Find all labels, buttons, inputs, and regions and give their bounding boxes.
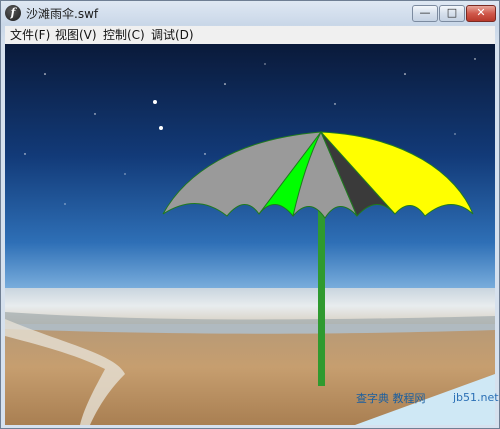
flash-stage (5, 44, 495, 425)
watermark-caption: 查字典 教程网 (356, 392, 426, 405)
watermark-site: jb51.net (453, 391, 499, 404)
menu-debug[interactable]: 调试(D) (151, 27, 194, 43)
menu-control[interactable]: 控制(C) (103, 27, 145, 43)
minimize-button[interactable]: — (412, 5, 438, 22)
app-window: f 沙滩雨伞.swf — □ ✕ 文件(F) 视图(V) 控制(C) 调试(D) (0, 0, 500, 429)
beach-scene (5, 44, 495, 425)
menu-view[interactable]: 视图(V) (55, 27, 97, 43)
close-button[interactable]: ✕ (466, 5, 496, 22)
flash-player-icon: f (5, 5, 21, 21)
maximize-button[interactable]: □ (439, 5, 465, 22)
window-title: 沙滩雨伞.swf (26, 7, 99, 21)
title-bar[interactable]: f 沙滩雨伞.swf — □ ✕ (1, 1, 499, 25)
menu-file[interactable]: 文件(F) (10, 27, 50, 43)
menu-bar: 文件(F) 视图(V) 控制(C) 调试(D) (5, 26, 495, 44)
